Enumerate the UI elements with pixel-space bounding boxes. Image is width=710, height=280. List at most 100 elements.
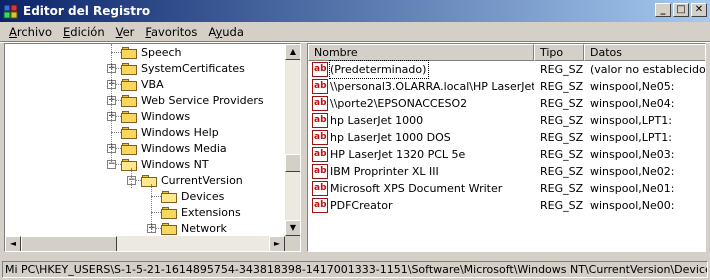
list-row[interactable]: ab (Predeterminado) REG_SZ (valor no establ… [308,60,706,79]
tree-item-label: Web Service Providers [141,93,264,107]
scroll-down-button[interactable]: ▼ [285,220,300,236]
tree-view[interactable]: Speech SystemCertificates + VBA + Web Service… [5,44,285,236]
tree-item[interactable]: Windows NT [121,156,209,172]
value-name: Microsoft XPS Document Writer [330,182,503,195]
menu-favoritos[interactable]: Favoritos [140,25,202,39]
tree-connector [151,196,161,197]
list-row[interactable]: ab hp LaserJet 1000 DOS REG_SZ winspool,LPT… [308,129,705,146]
value-type: REG_SZ [540,80,584,93]
tree-item[interactable]: CurrentVersion [141,172,243,188]
value-data: winspool,LPT1: [590,131,672,144]
tree-item-label: Windows Media [141,141,227,155]
values-list-pane[interactable]: Nombre Tipo Datos ab (Predeterminado) REG_… [307,43,706,252]
value-type: REG_SZ [540,63,584,76]
tree-item[interactable]: Extensions [161,204,241,220]
close-icon: ✕ [694,4,704,15]
tree-item[interactable]: VBA [121,76,164,92]
scroll-thumb[interactable] [285,154,300,172]
tree-connector [131,168,132,188]
string-value-icon: ab [312,96,328,111]
value-type: REG_SZ [540,148,584,161]
value-name: hp LaserJet 1000 [330,114,424,127]
folder-icon [121,110,137,123]
value-data: (valor no establecido) [590,63,706,76]
list-row[interactable]: ab \\porte2\EPSONACCESO2 REG_SZ winspool,Ne… [308,95,705,112]
tree-item[interactable]: Speech [121,44,182,60]
registry-tree-pane[interactable]: Speech SystemCertificates + VBA + Web Service… [4,43,301,252]
value-data: winspool,Ne03: [590,148,675,161]
list-row[interactable]: ab IBM Proprinter XL III REG_SZ winspool,Ne… [308,163,705,180]
column-header-data[interactable]: Datos [584,44,705,61]
menu-edicion[interactable]: Edición [58,25,110,39]
list-row[interactable]: ab HP LaserJet 1320 PCL 5e REG_SZ winspool,… [308,146,705,163]
string-value-icon: ab [312,113,328,128]
string-value-icon: ab [312,147,328,162]
title-bar[interactable]: Editor del Registro _ □ ✕ [0,0,710,22]
list-row[interactable]: ab hp LaserJet 1000 REG_SZ winspool,LPT1: [308,112,705,129]
tree-item-label: SystemCertificates [141,61,245,75]
close-button[interactable]: ✕ [691,3,707,17]
window-title: Editor del Registro [23,4,151,18]
string-value-icon: ab [312,164,328,179]
folder-icon [121,78,137,91]
folder-icon [121,94,137,107]
tree-connector [111,44,112,164]
string-value-icon: ab [312,198,328,213]
folder-icon [121,46,137,59]
maximize-icon: □ [676,4,686,15]
value-type: REG_SZ [540,131,584,144]
menu-ayuda[interactable]: Ayuda [203,25,249,39]
tree-item[interactable]: SystemCertificates [121,60,245,76]
tree-item-label: VBA [141,77,164,91]
string-value-icon: ab [312,130,328,145]
minimize-icon: _ [660,4,666,15]
value-type: REG_SZ [540,97,584,110]
folder-icon [121,62,137,75]
list-row[interactable]: ab Microsoft XPS Document Writer REG_SZ win… [308,180,705,197]
tree-vertical-scrollbar[interactable]: ▲ ▼ [285,44,300,236]
tree-item-label: Devices [181,189,225,203]
value-type: REG_SZ [540,199,584,212]
value-data: winspool,Ne00: [590,199,675,212]
status-path: Mi PC\HKEY_USERS\S-1-5-21-1614895754-343… [2,261,708,278]
column-header-type[interactable]: Tipo [534,44,584,61]
scroll-right-button[interactable]: ► [269,236,285,251]
status-bar: Mi PC\HKEY_USERS\S-1-5-21-1614895754-343… [0,258,710,280]
tree-item[interactable]: Network [161,220,227,236]
hscroll-thumb[interactable] [21,236,117,251]
tree-item-label: Windows Help [141,125,219,139]
tree-item[interactable]: Web Service Providers [121,92,264,108]
list-row[interactable]: ab \\personal3.OLARRA.local\HP LaserJet 5… [308,78,705,95]
folder-open-icon [161,190,177,203]
tree-item[interactable]: Windows [121,108,190,124]
tree-item-label: Network [181,221,227,235]
value-data: winspool,LPT1: [590,114,672,127]
menu-archivo[interactable]: Archivo [4,25,57,39]
tree-connector [111,132,121,133]
string-value-icon: ab [312,79,328,94]
tree-item-label: CurrentVersion [161,173,243,187]
list-row[interactable]: ab PDFCreator REG_SZ winspool,Ne00: [308,197,705,214]
scroll-left-button[interactable]: ◄ [5,236,21,251]
value-name: \\porte2\EPSONACCESO2 [330,97,468,110]
tree-item[interactable]: Devices [161,188,224,204]
folder-open-icon [121,158,137,171]
value-name: hp LaserJet 1000 DOS [330,131,451,144]
folder-icon [161,222,177,235]
tree-horizontal-scrollbar[interactable]: ◄ ► [5,236,285,251]
scroll-up-button[interactable]: ▲ [285,44,300,60]
value-name: \\personal3.OLARRA.local\HP LaserJet 5L [330,80,534,93]
folder-open-icon [141,174,157,187]
menu-ver[interactable]: Ver [111,25,140,39]
value-data: winspool,Ne01: [590,182,675,195]
maximize-button[interactable]: □ [673,3,689,17]
value-name: PDFCreator [330,199,393,212]
value-type: REG_SZ [540,182,584,195]
tree-item-label: Windows NT [141,157,209,171]
minimize-button[interactable]: _ [655,3,671,17]
tree-item[interactable]: Windows Help [121,124,219,140]
tree-item[interactable]: Windows Media [121,140,227,156]
tree-item-label: Windows [141,109,191,123]
value-type: REG_SZ [540,165,584,178]
column-header-name[interactable]: Nombre [308,44,534,61]
